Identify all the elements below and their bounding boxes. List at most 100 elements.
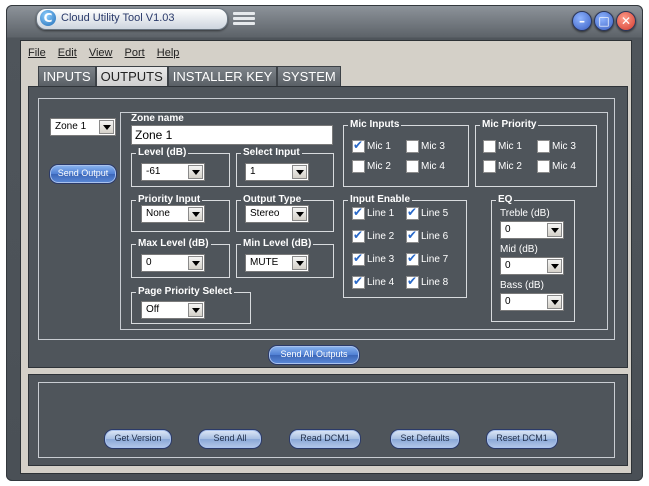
reset-dcm1-button[interactable]: Reset DCM1 [486,429,558,449]
line-5-label: Line 5 [421,208,449,219]
mic-inputs-group: Mic Inputs [343,119,469,187]
checkbox-checked-icon[interactable] [406,228,419,243]
minimize-button[interactable]: – [572,11,592,31]
line-2-checkbox[interactable]: Line 2 [352,228,395,243]
treble-select[interactable]: 0 [500,221,564,239]
title-pill[interactable]: C Cloud Utility Tool V1.03 [36,8,228,30]
level-label: Level (dB) [136,147,189,158]
menu-port[interactable]: Port [125,47,145,59]
tab-inputs[interactable]: INPUTS [38,66,96,86]
treble-label: Treble (dB) [500,208,550,219]
checkbox-icon[interactable] [483,140,496,153]
chevron-down-icon[interactable] [547,295,562,309]
mic-input-1-checkbox[interactable]: Mic 1 [352,138,391,153]
menu-view[interactable]: View [89,47,113,59]
mic-priority-label: Mic Priority [480,119,539,130]
checkbox-checked-icon[interactable] [352,138,365,153]
checkbox-checked-icon[interactable] [352,228,365,243]
checkbox-checked-icon[interactable] [406,205,419,220]
output-type-value: Stereo [250,208,280,219]
chevron-down-icon[interactable] [292,207,307,221]
menu-help[interactable]: Help [157,47,180,59]
line-1-checkbox[interactable]: Line 1 [352,205,394,220]
checkbox-icon[interactable] [483,160,496,173]
checkbox-icon[interactable] [352,160,365,173]
mic-priority-3-label: Mic 3 [552,141,576,152]
mic-priority-3-checkbox[interactable]: Mic 3 [537,140,576,153]
maximize-button[interactable]: □ [594,11,614,31]
priority-input-value: None [146,208,170,219]
output-type-select[interactable]: Stereo [245,205,309,223]
checkbox-icon[interactable] [537,160,550,173]
menu-edit[interactable]: Edit [58,47,77,59]
line-5-checkbox[interactable]: Line 5 [406,205,449,220]
min-level-select[interactable]: MUTE [245,254,309,272]
line-6-checkbox[interactable]: Line 6 [406,228,448,243]
hamburger-icon[interactable] [233,12,255,26]
minimize-icon: – [579,14,585,28]
output-type-label: Output Type [241,194,304,205]
line-7-checkbox[interactable]: Line 7 [406,251,449,266]
checkbox-icon[interactable] [537,140,550,153]
checkbox-icon[interactable] [406,140,419,153]
chevron-down-icon[interactable] [99,120,114,134]
max-level-select[interactable]: 0 [141,254,205,272]
close-button[interactable]: ✕ [616,11,636,31]
mic-input-2-checkbox[interactable]: Mic 2 [352,160,391,173]
set-defaults-button[interactable]: Set Defaults [390,429,460,449]
maximize-icon: □ [598,14,610,28]
mid-select[interactable]: 0 [500,257,564,275]
send-all-outputs-button[interactable]: Send All Outputs [268,345,360,365]
send-all-button[interactable]: Send All [198,429,262,449]
read-dcm1-button[interactable]: Read DCM1 [289,429,361,449]
mic-priority-2-checkbox[interactable]: Mic 2 [483,160,522,173]
select-input-select[interactable]: 1 [245,163,309,181]
line-3-checkbox[interactable]: Line 3 [352,251,394,266]
checkbox-checked-icon[interactable] [352,274,365,289]
page-priority-value: Off [146,304,160,315]
chevron-down-icon[interactable] [547,259,562,273]
input-enable-label: Input Enable [348,194,412,205]
priority-input-select[interactable]: None [141,205,205,223]
max-level-value: 0 [146,257,152,268]
tab-outputs[interactable]: OUTPUTS [95,66,168,86]
mid-value: 0 [505,260,511,271]
close-icon: ✕ [620,14,632,28]
mic-input-4-checkbox[interactable]: Mic 4 [406,160,445,173]
chevron-down-icon[interactable] [188,207,203,221]
line-2-label: Line 2 [367,231,395,242]
chevron-down-icon[interactable] [292,165,307,179]
min-level-value: MUTE [250,257,279,268]
line-7-label: Line 7 [421,254,449,265]
zone-name-label: Zone name [131,113,184,124]
mic-priority-2-label: Mic 2 [498,161,522,172]
bass-select[interactable]: 0 [500,293,564,311]
chevron-down-icon[interactable] [547,223,562,237]
checkbox-checked-icon[interactable] [406,251,419,266]
tab-installer-key[interactable]: INSTALLER KEY [167,66,278,86]
mic-input-4-label: Mic 4 [421,161,445,172]
bass-label: Bass (dB) [500,280,544,291]
mic-priority-4-checkbox[interactable]: Mic 4 [537,160,576,173]
chevron-down-icon[interactable] [188,256,203,270]
get-version-button[interactable]: Get Version [104,429,172,449]
checkbox-checked-icon[interactable] [352,251,365,266]
checkbox-checked-icon[interactable] [406,274,419,289]
tab-system[interactable]: SYSTEM [277,66,341,86]
mic-priority-1-checkbox[interactable]: Mic 1 [483,140,522,153]
mic-input-3-checkbox[interactable]: Mic 3 [406,140,445,153]
line-4-checkbox[interactable]: Line 4 [352,274,394,289]
page-priority-select[interactable]: Off [141,301,205,319]
zone-name-input[interactable]: Zone 1 [131,125,333,145]
chevron-down-icon[interactable] [292,256,307,270]
send-output-button[interactable]: Send Output [49,164,117,184]
menu-file[interactable]: File [28,47,46,59]
chevron-down-icon[interactable] [188,165,203,179]
level-select[interactable]: -61 [141,163,205,181]
line-8-checkbox[interactable]: Line 8 [406,274,448,289]
zone-select[interactable]: Zone 1 [50,118,116,136]
checkbox-checked-icon[interactable] [352,205,365,220]
mic-priority-group: Mic Priority [475,119,597,187]
chevron-down-icon[interactable] [188,303,203,317]
checkbox-icon[interactable] [406,160,419,173]
